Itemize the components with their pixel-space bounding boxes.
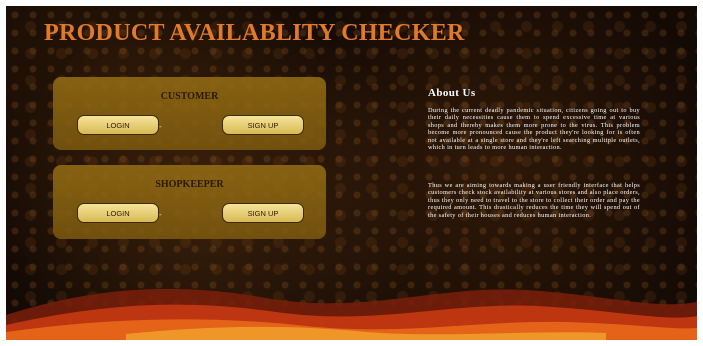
- customer-panel: CUSTOMER LOGIN - SIGN UP: [53, 77, 326, 150]
- customer-heading: CUSTOMER: [160, 91, 219, 102]
- customer-separator: -: [159, 122, 162, 131]
- shopkeeper-signup-button[interactable]: SIGN UP: [222, 203, 304, 223]
- about-heading: About Us: [428, 87, 476, 99]
- customer-login-button[interactable]: LOGIN: [77, 115, 159, 135]
- about-paragraph-1: During the current deadly pandemic situa…: [428, 107, 640, 152]
- shopkeeper-heading: SHOPKEEPER: [155, 179, 224, 190]
- shopkeeper-panel: SHOPKEEPER LOGIN - SIGN UP: [53, 165, 326, 239]
- page-background: PRODUCT AVAILABLITY CHECKER CUSTOMER LOG…: [6, 6, 697, 340]
- shopkeeper-login-button[interactable]: LOGIN: [77, 203, 159, 223]
- customer-signup-button[interactable]: SIGN UP: [222, 115, 304, 135]
- about-paragraph-2: Thus we are aiming towards making a user…: [428, 182, 640, 219]
- shopkeeper-separator: -: [159, 210, 162, 219]
- wave-decoration: [6, 288, 697, 340]
- page-title: PRODUCT AVAILABLITY CHECKER: [44, 20, 465, 46]
